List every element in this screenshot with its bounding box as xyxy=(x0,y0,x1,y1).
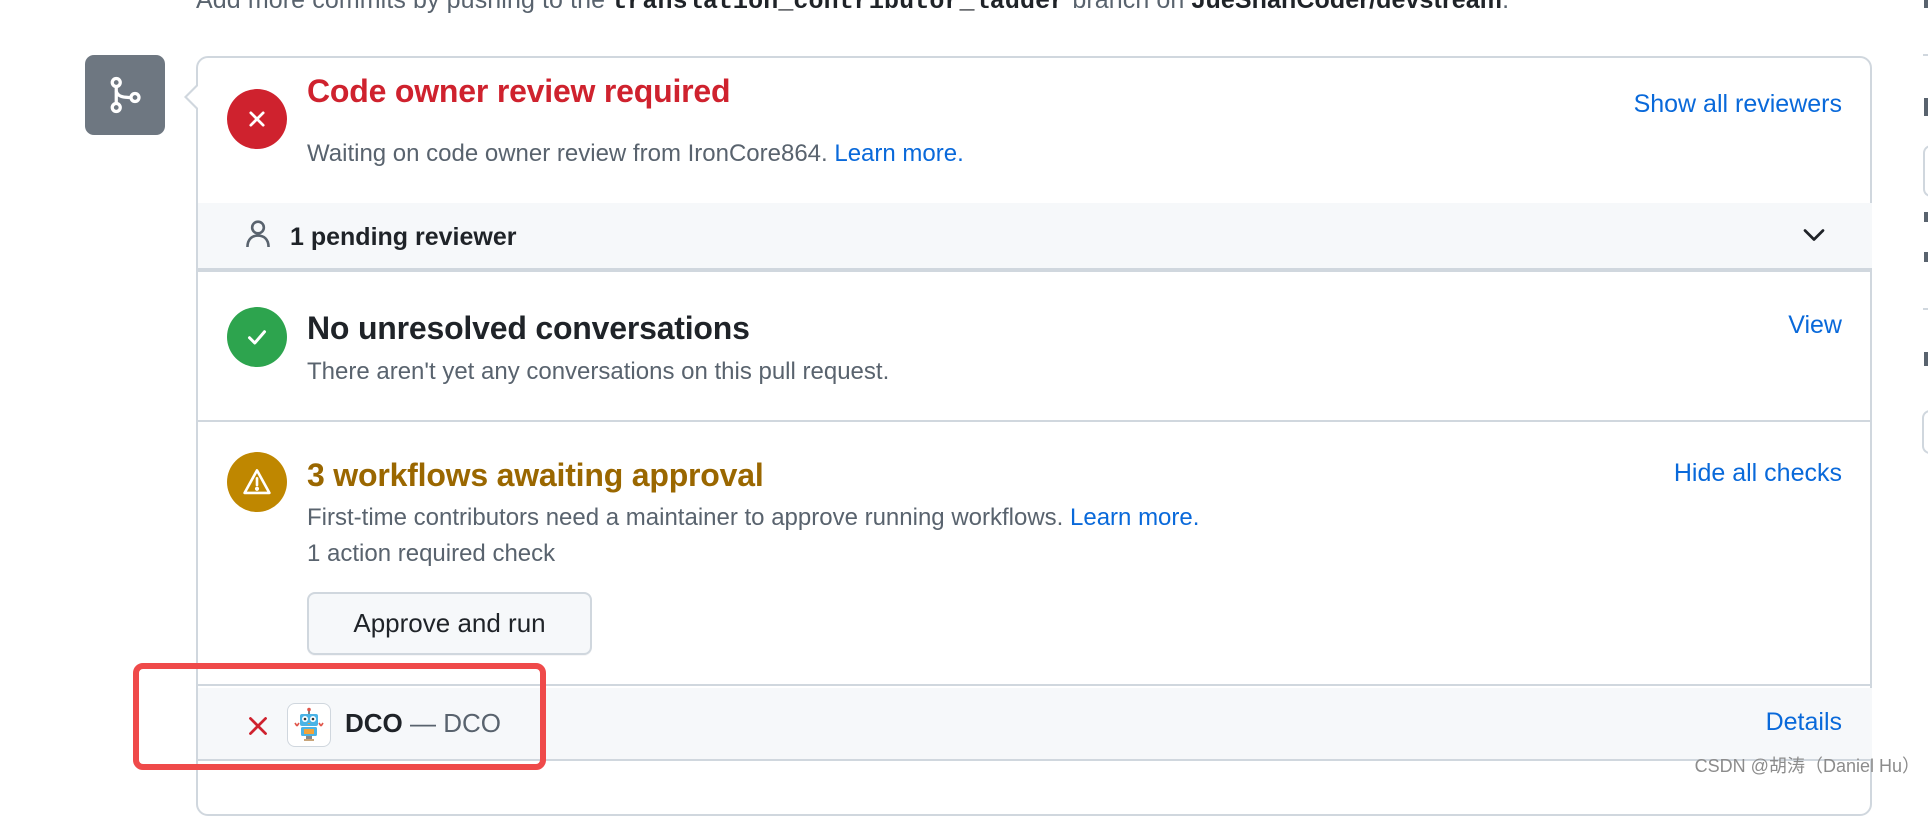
code-owner-title: Code owner review required xyxy=(307,73,731,109)
code-owner-description: Waiting on code owner review from IronCo… xyxy=(307,140,964,167)
code-owner-review-section: Code owner review required Waiting on co… xyxy=(198,58,1872,203)
repo-name: JueShanCoder/devstream xyxy=(1191,0,1503,14)
hide-all-checks-link[interactable]: Hide all checks xyxy=(1674,459,1842,488)
check-details-link[interactable]: Details xyxy=(1766,708,1842,737)
show-all-reviewers-link[interactable]: Show all reviewers xyxy=(1634,90,1842,119)
person-icon xyxy=(245,219,271,254)
x-circle-icon xyxy=(227,89,287,149)
pending-reviewers-row[interactable]: 1 pending reviewer xyxy=(198,203,1872,272)
conversations-title: No unresolved conversations xyxy=(307,310,750,346)
watermark: CSDN @胡涛（Daniel Hu） xyxy=(1694,756,1920,776)
workflows-learn-more-link[interactable]: Learn more. xyxy=(1070,504,1199,531)
workflows-description: First-time contributors need a maintaine… xyxy=(307,504,1200,531)
git-merge-icon xyxy=(85,55,165,135)
right-sidebar-fragment xyxy=(1920,0,1928,784)
push-hint-text: Add more commits by pushing to the trans… xyxy=(196,0,1509,16)
check-circle-icon xyxy=(227,307,287,367)
annotation-highlight-box xyxy=(133,663,546,770)
conversations-description: There aren't yet any conversations on th… xyxy=(307,358,890,385)
learn-more-link[interactable]: Learn more. xyxy=(834,140,963,167)
workflows-approval-section: 3 workflows awaiting approval First-time… xyxy=(198,424,1872,686)
approve-and-run-button[interactable]: Approve and run xyxy=(307,592,592,655)
alert-circle-icon xyxy=(227,452,287,512)
workflows-title: 3 workflows awaiting approval xyxy=(307,457,764,493)
chevron-down-icon[interactable] xyxy=(1802,227,1826,248)
required-checks-count: 1 action required check xyxy=(307,540,556,567)
conversations-section: No unresolved conversations There aren't… xyxy=(198,276,1872,422)
branch-name: translation_contributor_ladder xyxy=(612,0,1066,16)
pending-reviewer-label: 1 pending reviewer xyxy=(290,223,517,251)
view-conversations-link[interactable]: View xyxy=(1788,311,1842,340)
